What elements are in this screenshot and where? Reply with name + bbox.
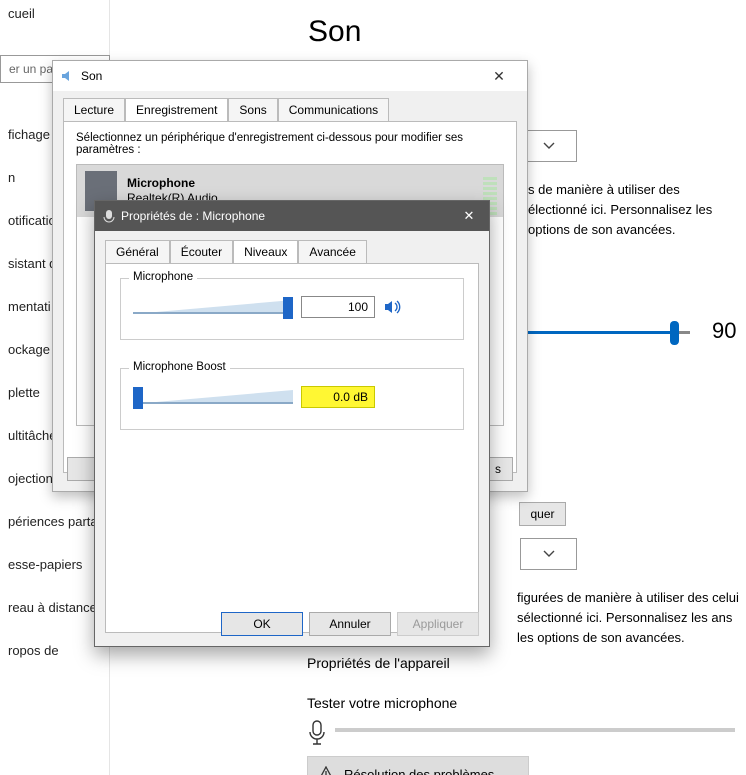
chevron-down-icon — [543, 550, 555, 558]
microphone-level-group: Microphone 100 — [120, 278, 464, 340]
microphone-icon — [103, 209, 115, 223]
microphone-level-value[interactable]: 100 — [301, 296, 375, 318]
tab-playback[interactable]: Lecture — [63, 98, 125, 122]
chevron-down-icon — [543, 142, 555, 150]
speaker-icon — [61, 69, 75, 83]
sidebar-item[interactable]: reau à distance — [0, 586, 109, 629]
mic-dialog-close-button[interactable]: ✕ — [449, 201, 489, 231]
microphone-icon — [307, 720, 327, 746]
mic-dialog-tablist: Général Écouter Niveaux Avancée — [95, 231, 489, 263]
obscured-button[interactable]: quer — [519, 502, 566, 526]
warning-icon — [318, 766, 334, 775]
page-title: Son — [308, 15, 361, 49]
microphone-boost-value[interactable]: 0.0 dB — [301, 386, 375, 408]
sidebar-item[interactable]: ropos de — [0, 629, 109, 672]
tab-general[interactable]: Général — [105, 240, 170, 264]
microphone-boost-legend: Microphone Boost — [129, 361, 230, 373]
master-volume-value: 90 — [712, 318, 736, 344]
sidebar-item[interactable]: esse-papiers — [0, 543, 109, 586]
microphone-level-legend: Microphone — [129, 271, 197, 283]
output-dropdown-caret[interactable] — [520, 130, 577, 162]
mic-dialog-body: Microphone 100 Microphone Boost — [105, 263, 479, 633]
recording-device-name: Microphone — [127, 176, 218, 191]
apply-button[interactable]: Appliquer — [397, 612, 479, 636]
tab-listen[interactable]: Écouter — [170, 240, 233, 264]
input-dropdown-caret[interactable] — [520, 538, 577, 570]
tab-levels[interactable]: Niveaux — [233, 240, 298, 264]
recording-instruction: Sélectionnez un périphérique d'enregistr… — [76, 132, 504, 156]
tab-communications[interactable]: Communications — [278, 98, 389, 122]
microphone-boost-group: Microphone Boost 0.0 dB — [120, 368, 464, 430]
sound-dialog-title: Son — [81, 69, 102, 83]
troubleshoot-label: Résolution des problèmes — [344, 767, 494, 775]
master-volume-slider[interactable] — [520, 318, 690, 348]
device-properties-link[interactable]: Propriétés de l'appareil — [307, 655, 450, 671]
tab-sounds[interactable]: Sons — [228, 98, 277, 122]
mic-dialog-titlebar[interactable]: Propriétés de : Microphone ✕ — [95, 201, 489, 231]
sound-dialog-close-button[interactable]: ✕ — [479, 68, 519, 85]
output-description: s de manière à utiliser des électionné i… — [528, 180, 738, 240]
microphone-properties-dialog: Propriétés de : Microphone ✕ Général Éco… — [94, 200, 490, 647]
tab-recording[interactable]: Enregistrement — [125, 98, 228, 122]
mic-dialog-title: Propriétés de : Microphone — [121, 209, 265, 223]
tab-advanced[interactable]: Avancée — [298, 240, 366, 264]
microphone-level-slider[interactable] — [133, 295, 293, 319]
ok-button[interactable]: OK — [221, 612, 303, 636]
input-description: figurées de manière à utiliser des celui… — [517, 588, 739, 648]
troubleshoot-button[interactable]: Résolution des problèmes — [307, 756, 529, 775]
microphone-boost-slider[interactable] — [133, 385, 293, 409]
sidebar-item[interactable]: périences parta — [0, 500, 109, 543]
sound-dialog-tablist: Lecture Enregistrement Sons Communicatio… — [53, 91, 527, 121]
sound-dialog-titlebar[interactable]: Son ✕ — [53, 61, 527, 91]
microphone-level-bar — [335, 728, 735, 732]
sidebar-item[interactable]: cueil — [0, 0, 109, 35]
test-microphone-label: Tester votre microphone — [307, 695, 457, 711]
speaker-icon[interactable] — [383, 297, 403, 317]
cancel-button[interactable]: Annuler — [309, 612, 391, 636]
